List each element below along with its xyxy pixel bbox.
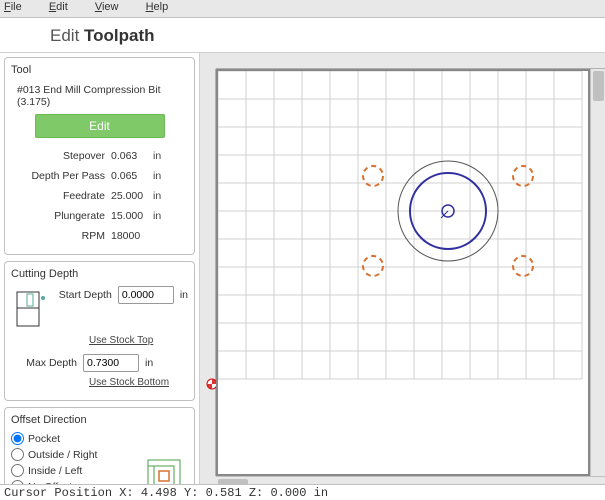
rpm-label: RPM <box>11 230 111 242</box>
edit-tool-button[interactable]: Edit <box>35 114 165 138</box>
cutting-depth-heading: Cutting Depth <box>11 268 188 280</box>
tool-panel-heading: Tool <box>11 64 188 76</box>
offset-inside-label: Inside / Left <box>28 465 82 477</box>
offset-outside-label: Outside / Right <box>28 449 97 461</box>
dpp-label: Depth Per Pass <box>11 170 111 182</box>
menu-file[interactable]: File <box>4 1 34 13</box>
use-stock-top-link[interactable]: Use Stock Top <box>89 335 153 346</box>
plungerate-label: Plungerate <box>11 210 111 222</box>
feedrate-label: Feedrate <box>11 190 111 202</box>
rpm-value: 18000 <box>111 230 153 242</box>
stepover-label: Stepover <box>11 150 111 162</box>
cutting-depth-panel: Cutting Depth Start Depth in Use Stock T… <box>4 261 195 401</box>
page-title: Edit Toolpath <box>0 18 605 53</box>
app-menubar: File Edit View Help <box>0 0 605 18</box>
offset-pocket-label: Pocket <box>28 433 60 445</box>
menu-view[interactable]: View <box>95 1 131 13</box>
menu-edit[interactable]: Edit <box>49 1 80 13</box>
ruler-vertical <box>200 69 216 476</box>
use-stock-bottom-link[interactable]: Use Stock Bottom <box>89 377 169 388</box>
menu-help[interactable]: Help <box>146 1 181 13</box>
start-depth-label: Start Depth <box>51 289 118 301</box>
depth-diagram-icon <box>13 288 47 332</box>
offset-outside-radio[interactable] <box>11 448 24 461</box>
status-bar: Cursor Position X: 4.498 Y: 0.581 Z: 0.0… <box>0 484 605 500</box>
start-depth-input[interactable] <box>118 286 174 304</box>
feedrate-value: 25.000 <box>111 190 153 202</box>
max-depth-label: Max Depth <box>11 357 83 369</box>
sidebar: Tool #013 End Mill Compression Bit (3.17… <box>0 53 200 491</box>
vertical-scroll-thumb[interactable] <box>593 71 604 101</box>
offset-inside-radio[interactable] <box>11 464 24 477</box>
plungerate-value: 15.000 <box>111 210 153 222</box>
ruler-horizontal <box>216 53 605 69</box>
tool-panel: Tool #013 End Mill Compression Bit (3.17… <box>4 57 195 255</box>
dpp-value: 0.065 <box>111 170 153 182</box>
viewport <box>200 53 605 491</box>
tool-description: #013 End Mill Compression Bit (3.175) <box>11 82 188 114</box>
max-depth-input[interactable] <box>83 354 139 372</box>
offset-pocket-radio[interactable] <box>11 432 24 445</box>
offset-direction-panel: Offset Direction Pocket Outside / Right … <box>4 407 195 491</box>
stepover-value: 0.063 <box>111 150 153 162</box>
vertical-scrollbar[interactable] <box>590 69 605 476</box>
design-canvas[interactable] <box>216 69 590 476</box>
offset-heading: Offset Direction <box>11 414 188 426</box>
